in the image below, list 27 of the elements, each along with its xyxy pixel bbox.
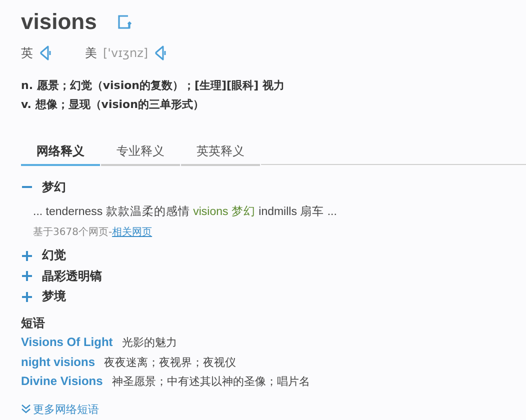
- sense-term[interactable]: 幻觉: [42, 247, 66, 264]
- sense-term[interactable]: 晶彩透明镐: [42, 268, 102, 285]
- word-title: visions: [21, 9, 97, 35]
- tab[interactable]: 专业释义: [101, 139, 180, 166]
- sense-term[interactable]: 梦幻: [42, 178, 66, 196]
- phrase-meaning: 光影的魅力: [122, 335, 177, 351]
- accent-label: 英: [21, 44, 33, 62]
- phrases-heading: 短语: [21, 315, 46, 332]
- speaker-icon[interactable]: [39, 45, 51, 61]
- definition-text: n. 愿景；幻觉（vision的复数）；[生理][眼科] 视力: [21, 78, 286, 94]
- phrase-meaning: 神圣愿景；中有述其以神的圣像；唱片名: [112, 374, 310, 390]
- tab[interactable]: 英英释义: [181, 139, 260, 166]
- more-phrases-link[interactable]: 更多网络短语: [21, 402, 99, 416]
- example-sentence: ... tenderness 款款温柔的感情 visions 梦幻 indmills 扇车 ...: [33, 204, 338, 220]
- phonetic-text: ['vɪʒnz]: [103, 46, 148, 60]
- accent-label: 美: [85, 44, 97, 62]
- expand-icon[interactable]: [21, 250, 33, 262]
- add-to-wordbook-icon[interactable]: [116, 14, 133, 30]
- sense-term[interactable]: 梦境: [42, 288, 66, 306]
- expand-icon[interactable]: [21, 290, 33, 303]
- definition-text: v. 想像；显现（vision的三单形式）: [21, 97, 205, 113]
- phrase-meaning: 夜夜迷离；夜视界；夜视仪: [104, 354, 236, 370]
- expand-icon[interactable]: [21, 270, 33, 282]
- tab[interactable]: 网络释义: [21, 139, 100, 166]
- source-note: 基于3678个网页-: [33, 226, 112, 238]
- speaker-icon[interactable]: [154, 45, 166, 61]
- double-chevron-icon: [21, 404, 31, 414]
